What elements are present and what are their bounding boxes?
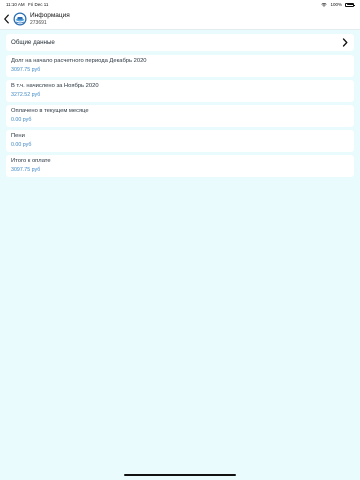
- status-time: 11:10 AM: [6, 2, 25, 7]
- row-value: 0.00 руб: [11, 117, 32, 123]
- nav-bar: Информация 273691: [0, 9, 360, 30]
- status-date: Fri Dec 11: [28, 2, 49, 7]
- row-label: Пени: [11, 133, 25, 139]
- total-due-row: Итого к оплате 3097.75 руб: [6, 155, 354, 177]
- battery-percent: 100%: [330, 2, 342, 7]
- battery-icon: [345, 2, 355, 7]
- home-indicator[interactable]: [124, 474, 236, 476]
- row-value: 0.00 руб: [11, 142, 32, 148]
- account-number: 273691: [30, 20, 47, 26]
- row-value: 3097.75 руб: [11, 67, 41, 73]
- wifi-icon: [321, 2, 328, 7]
- chevron-left-icon: [3, 14, 9, 24]
- back-button[interactable]: [1, 12, 11, 26]
- paid-current-month-row: Оплачено в текущем месяце 0.00 руб: [6, 105, 354, 127]
- penalty-row: Пени 0.00 руб: [6, 130, 354, 152]
- row-value: 3272.52 руб: [11, 92, 41, 98]
- row-label: Долг на начало расчетного периода Декабр…: [11, 58, 147, 64]
- row-label: Итого к оплате: [11, 158, 51, 164]
- status-bar: 11:10 AM Fri Dec 11 100%: [0, 0, 360, 9]
- row-label: Оплачено в текущем месяце: [11, 108, 89, 114]
- app-logo: [13, 12, 27, 26]
- general-data-item[interactable]: Общие данные: [6, 34, 354, 51]
- status-indicators: 100%: [321, 2, 355, 7]
- row-label: В т.ч. начислено за Ноябрь 2020: [11, 83, 99, 89]
- battery-fill: [346, 4, 354, 5]
- row-value: 3097.75 руб: [11, 167, 41, 173]
- chevron-right-icon: [342, 38, 348, 47]
- page-title: Информация: [30, 12, 70, 19]
- general-data-label: Общие данные: [11, 39, 55, 46]
- charged-previous-month-row: В т.ч. начислено за Ноябрь 2020 3272.52 …: [6, 80, 354, 102]
- debt-start-period-row: Долг на начало расчетного периода Декабр…: [6, 55, 354, 77]
